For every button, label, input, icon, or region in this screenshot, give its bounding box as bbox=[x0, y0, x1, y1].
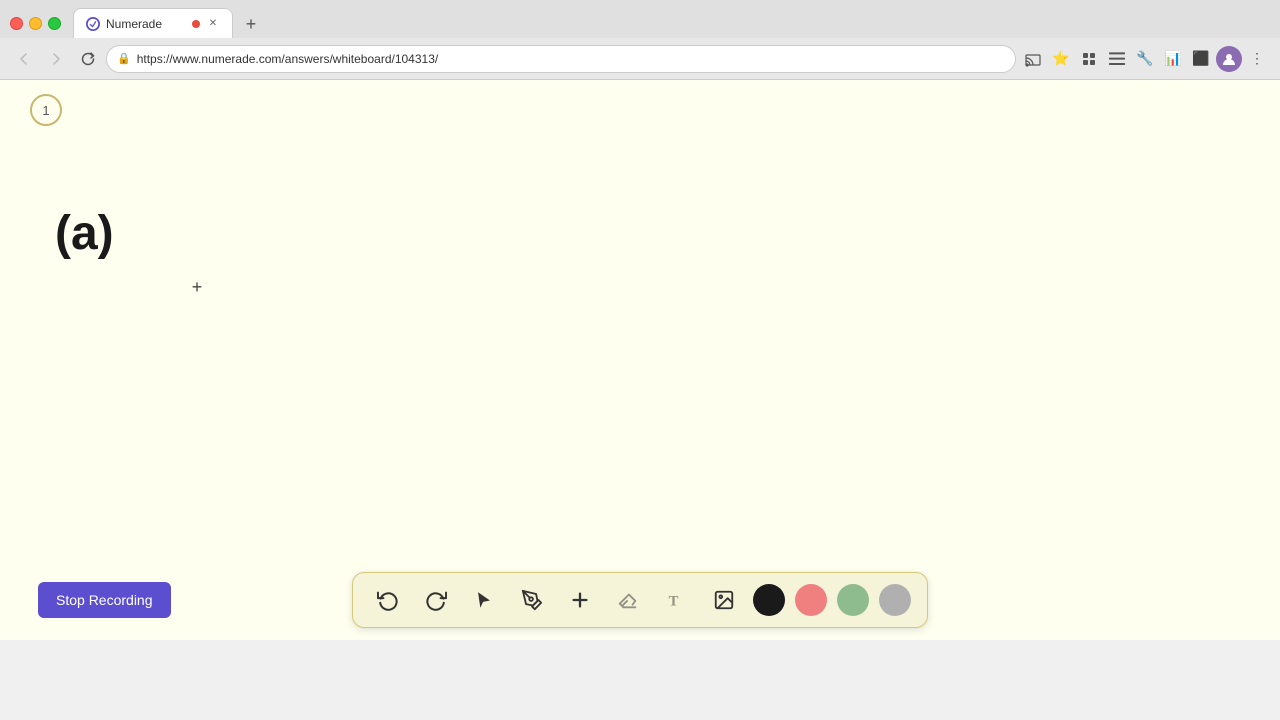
close-button[interactable] bbox=[10, 17, 23, 30]
nav-actions: ⭐ 🔧 📊 ⬛ ⋮ bbox=[1020, 46, 1270, 72]
new-tab-button[interactable]: + bbox=[237, 10, 265, 38]
color-gray[interactable] bbox=[879, 584, 911, 616]
url-text: https://www.numerade.com/answers/whitebo… bbox=[137, 52, 1005, 66]
traffic-lights bbox=[10, 17, 61, 30]
add-tool-button[interactable] bbox=[561, 581, 599, 619]
cursor-crosshair: + bbox=[189, 279, 205, 295]
color-green[interactable] bbox=[837, 584, 869, 616]
extra-btn-3[interactable]: 📊 bbox=[1160, 46, 1186, 72]
browser-window: Numerade ✕ + 🔒 https://www.numerade.com/… bbox=[0, 0, 1280, 640]
back-button[interactable] bbox=[10, 45, 38, 73]
menu-button[interactable]: ⋮ bbox=[1244, 46, 1270, 72]
extra-btn-4[interactable]: ⬛ bbox=[1188, 46, 1214, 72]
cast-button[interactable] bbox=[1020, 46, 1046, 72]
bookmark-button[interactable]: ⭐ bbox=[1048, 46, 1074, 72]
redo-button[interactable] bbox=[417, 581, 455, 619]
extra-btn-1[interactable] bbox=[1104, 46, 1130, 72]
lock-icon: 🔒 bbox=[117, 52, 131, 65]
extensions-button[interactable] bbox=[1076, 46, 1102, 72]
color-pink[interactable] bbox=[795, 584, 827, 616]
tab-bar: Numerade ✕ + bbox=[73, 8, 1270, 38]
image-tool-button[interactable] bbox=[705, 581, 743, 619]
tab-favicon bbox=[86, 17, 100, 31]
select-tool-button[interactable] bbox=[465, 581, 503, 619]
nav-bar: 🔒 https://www.numerade.com/answers/white… bbox=[0, 38, 1280, 80]
page-number: 1 bbox=[42, 103, 49, 118]
text-tool-button[interactable]: T bbox=[657, 581, 695, 619]
pen-tool-button[interactable] bbox=[513, 581, 551, 619]
extra-btn-2[interactable]: 🔧 bbox=[1132, 46, 1158, 72]
forward-button[interactable] bbox=[42, 45, 70, 73]
maximize-button[interactable] bbox=[48, 17, 61, 30]
toolbar: T bbox=[352, 572, 928, 628]
eraser-tool-button[interactable] bbox=[609, 581, 647, 619]
color-black[interactable] bbox=[753, 584, 785, 616]
profile-button[interactable] bbox=[1216, 46, 1242, 72]
page-badge[interactable]: 1 bbox=[30, 94, 62, 126]
reload-button[interactable] bbox=[74, 45, 102, 73]
minimize-button[interactable] bbox=[29, 17, 42, 30]
tab-title: Numerade bbox=[106, 17, 186, 31]
active-tab[interactable]: Numerade ✕ bbox=[73, 8, 233, 38]
svg-text:T: T bbox=[669, 594, 679, 610]
stop-recording-button[interactable]: Stop Recording bbox=[38, 582, 171, 618]
title-bar: Numerade ✕ + bbox=[0, 0, 1280, 38]
whiteboard[interactable]: 1 (a) + Stop Recording bbox=[0, 80, 1280, 640]
undo-button[interactable] bbox=[369, 581, 407, 619]
math-content: (a) bbox=[55, 210, 114, 258]
tab-close-button[interactable]: ✕ bbox=[206, 17, 220, 31]
address-bar[interactable]: 🔒 https://www.numerade.com/answers/white… bbox=[106, 45, 1016, 73]
recording-indicator bbox=[192, 20, 200, 28]
